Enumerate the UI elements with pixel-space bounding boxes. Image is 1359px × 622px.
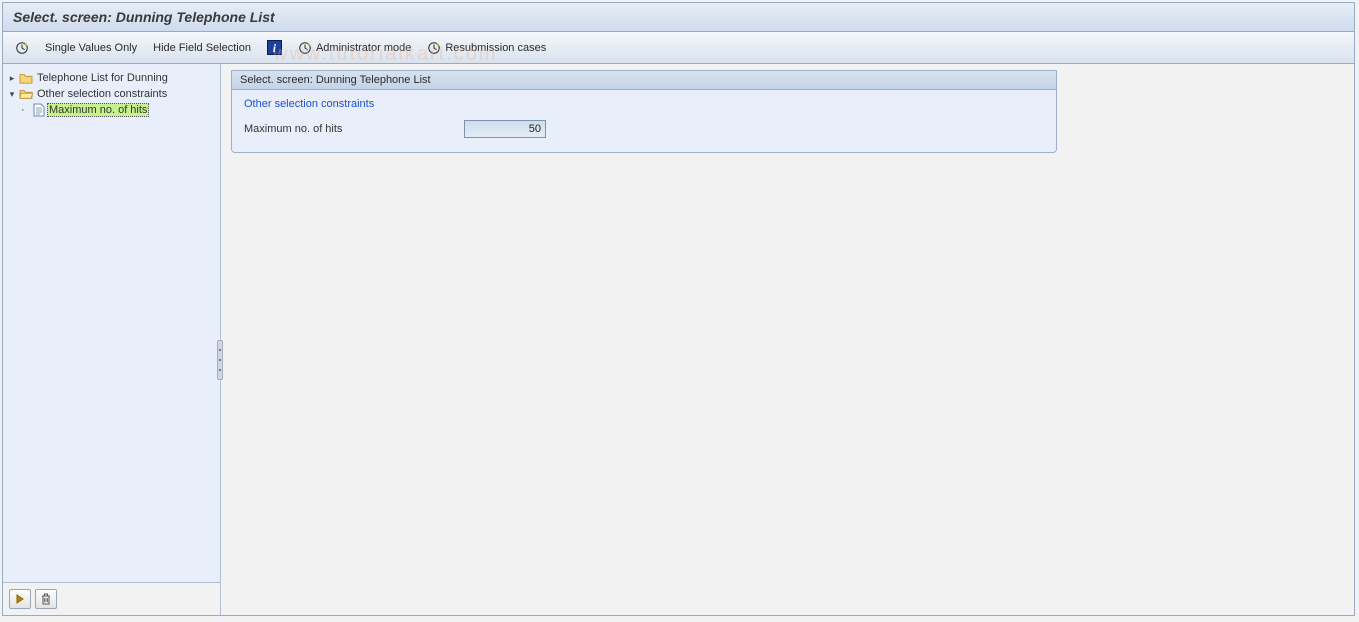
execute-icon xyxy=(15,41,29,55)
sidebar-footer xyxy=(3,582,220,615)
trash-icon xyxy=(41,593,51,605)
info-icon: i xyxy=(267,40,282,55)
main-area: ▸ Telephone List for Dunning ▾ Other sel… xyxy=(3,64,1354,615)
info-button[interactable]: i xyxy=(263,38,286,57)
resubmission-label: Resubmission cases xyxy=(445,42,546,54)
toolbar: Single Values Only Hide Field Selection … xyxy=(3,32,1354,64)
play-icon xyxy=(15,594,25,604)
tree-label: Telephone List for Dunning xyxy=(35,71,170,85)
tree-bullet: · xyxy=(21,104,31,116)
content-area: Select. screen: Dunning Telephone List O… xyxy=(221,64,1354,615)
max-hits-input[interactable] xyxy=(464,120,546,138)
clock-icon xyxy=(298,41,312,55)
panel-header: Select. screen: Dunning Telephone List xyxy=(232,71,1056,90)
folder-open-icon xyxy=(19,88,33,100)
field-row-max-hits: Maximum no. of hits xyxy=(244,120,1044,138)
clock-icon xyxy=(427,41,441,55)
chevron-down-icon[interactable]: ▾ xyxy=(7,89,17,99)
app-frame: Select. screen: Dunning Telephone List S… xyxy=(2,2,1355,616)
admin-mode-button[interactable]: Administrator mode xyxy=(294,39,415,57)
tree: ▸ Telephone List for Dunning ▾ Other sel… xyxy=(3,64,220,582)
page-title: Select. screen: Dunning Telephone List xyxy=(3,3,1354,32)
resubmission-button[interactable]: Resubmission cases xyxy=(423,39,550,57)
tree-node-telephone-list[interactable]: ▸ Telephone List for Dunning xyxy=(7,70,218,86)
selection-panel: Select. screen: Dunning Telephone List O… xyxy=(231,70,1057,153)
folder-closed-icon xyxy=(19,72,33,84)
admin-mode-label: Administrator mode xyxy=(316,42,411,54)
sidebar: ▸ Telephone List for Dunning ▾ Other sel… xyxy=(3,64,221,615)
tree-node-max-hits[interactable]: · Maximum no. of hits xyxy=(7,102,218,118)
hide-field-selection-button[interactable]: Hide Field Selection xyxy=(149,40,255,56)
execute-button[interactable] xyxy=(11,39,33,57)
document-icon xyxy=(33,103,45,117)
tree-node-other-constraints[interactable]: ▾ Other selection constraints xyxy=(7,86,218,102)
tree-label: Other selection constraints xyxy=(35,87,169,101)
section-title: Other selection constraints xyxy=(244,98,1044,110)
expand-collapse-button[interactable] xyxy=(9,589,31,609)
tree-label: Maximum no. of hits xyxy=(47,103,149,117)
single-values-label: Single Values Only xyxy=(45,42,137,54)
chevron-right-icon[interactable]: ▸ xyxy=(7,73,17,83)
panel-body: Other selection constraints Maximum no. … xyxy=(232,90,1056,152)
delete-button[interactable] xyxy=(35,589,57,609)
field-label: Maximum no. of hits xyxy=(244,123,464,135)
splitter-handle[interactable] xyxy=(217,340,223,380)
single-values-button[interactable]: Single Values Only xyxy=(41,40,141,56)
hide-field-selection-label: Hide Field Selection xyxy=(153,42,251,54)
